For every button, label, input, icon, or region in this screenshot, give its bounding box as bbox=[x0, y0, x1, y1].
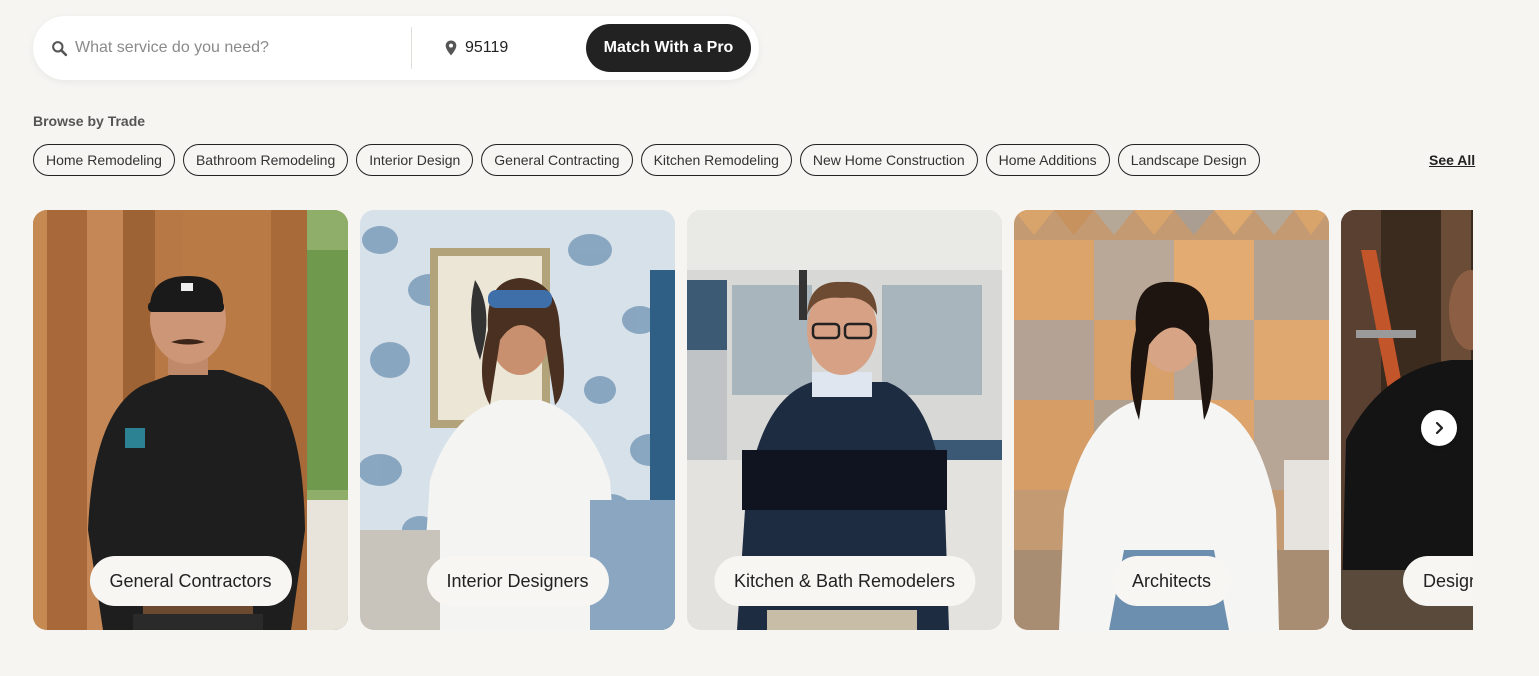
search-icon bbox=[52, 40, 68, 56]
service-search-input[interactable]: What service do you need? bbox=[33, 39, 411, 57]
match-with-pro-button[interactable]: Match With a Pro bbox=[586, 24, 751, 72]
card-label: Interior Designers bbox=[426, 556, 609, 606]
card-label: Architects bbox=[1111, 556, 1232, 606]
pro-category-carousel: General Contractors Interior Designers K… bbox=[33, 210, 1473, 630]
card-label: General Contractors bbox=[89, 556, 292, 606]
chip-general-contracting[interactable]: General Contracting bbox=[481, 144, 633, 176]
chip-interior-design[interactable]: Interior Design bbox=[356, 144, 474, 176]
map-pin-icon bbox=[445, 40, 457, 56]
chip-home-additions[interactable]: Home Additions bbox=[985, 144, 1110, 176]
card-interior-designers[interactable]: Interior Designers bbox=[360, 210, 675, 630]
service-search-placeholder: What service do you need? bbox=[75, 39, 269, 56]
chevron-right-icon bbox=[1435, 421, 1444, 435]
zip-code-value: 95119 bbox=[465, 39, 509, 56]
chip-landscape-design[interactable]: Landscape Design bbox=[1117, 144, 1260, 176]
chip-home-remodeling[interactable]: Home Remodeling bbox=[33, 144, 175, 176]
chip-bathroom-remodeling[interactable]: Bathroom Remodeling bbox=[182, 144, 349, 176]
chip-new-home-construction[interactable]: New Home Construction bbox=[799, 144, 978, 176]
card-label: Designers bbox=[1403, 556, 1473, 606]
card-label: Kitchen & Bath Remodelers bbox=[713, 556, 976, 606]
card-architects[interactable]: Architects bbox=[1014, 210, 1329, 630]
search-bar: What service do you need? 95119 Match Wi… bbox=[33, 16, 759, 80]
chip-kitchen-remodeling[interactable]: Kitchen Remodeling bbox=[640, 144, 792, 176]
carousel-next-button[interactable] bbox=[1421, 410, 1457, 446]
card-kitchen-bath-remodelers[interactable]: Kitchen & Bath Remodelers bbox=[687, 210, 1002, 630]
card-general-contractors[interactable]: General Contractors bbox=[33, 210, 348, 630]
see-all-link[interactable]: See All bbox=[1429, 152, 1475, 168]
browse-by-trade-heading: Browse by Trade bbox=[33, 113, 146, 129]
trade-chips: Home Remodeling Bathroom Remodeling Inte… bbox=[33, 144, 1268, 176]
